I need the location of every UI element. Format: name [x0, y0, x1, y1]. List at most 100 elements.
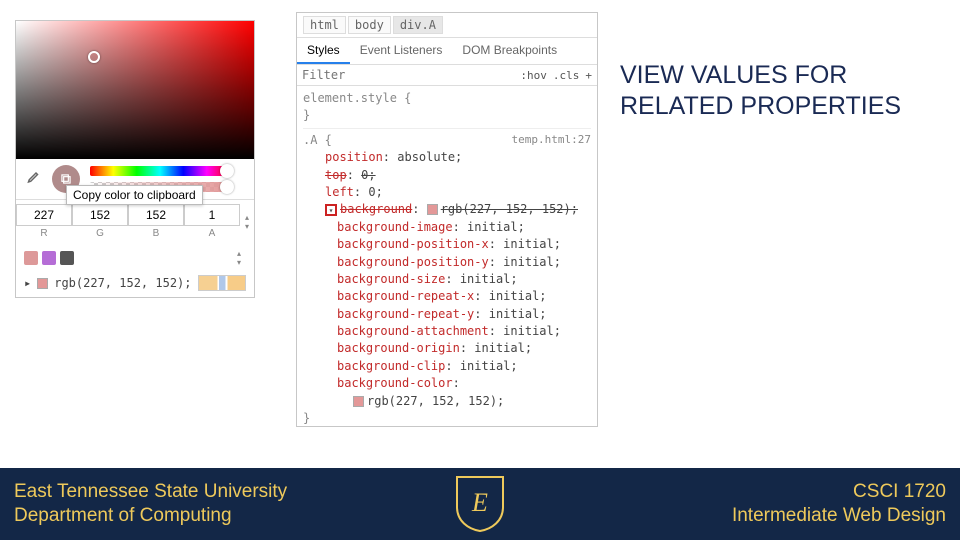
filter-row: :hov .cls +: [297, 65, 597, 86]
etsu-shield-logo: E: [455, 475, 505, 533]
css-declaration[interactable]: background-attachment: initial;: [303, 323, 591, 340]
css-value[interactable]: initial;: [474, 341, 532, 355]
css-declaration[interactable]: background-size: initial;: [303, 271, 591, 288]
rgb-output-text: rgb(227, 152, 152);: [54, 276, 191, 290]
css-declaration[interactable]: ▾background: rgb(227, 152, 152);: [303, 201, 591, 218]
tab-styles[interactable]: Styles: [297, 38, 350, 64]
css-declaration[interactable]: background-position-y: initial;: [303, 254, 591, 271]
footer-university: East Tennessee State University: [14, 480, 287, 504]
css-declaration[interactable]: background-color: rgb(227, 152, 152);: [303, 375, 591, 410]
css-value[interactable]: rgb(227, 152, 152);: [367, 394, 504, 408]
css-value[interactable]: 0;: [368, 185, 382, 199]
swatch-3[interactable]: [60, 251, 74, 265]
css-property[interactable]: background-image: [337, 220, 453, 234]
b-input[interactable]: [128, 204, 184, 226]
rule-element-style-close: }: [303, 107, 591, 124]
css-declaration[interactable]: background-position-x: initial;: [303, 236, 591, 253]
copy-tooltip: Copy color to clipboard: [66, 185, 203, 205]
g-label: G: [72, 228, 128, 239]
color-swatch-icon[interactable]: [427, 204, 438, 215]
css-property[interactable]: background-color: [337, 376, 453, 390]
expand-shorthand-icon[interactable]: ▾: [325, 204, 337, 216]
css-declaration[interactable]: top: 0;: [303, 167, 591, 184]
css-property[interactable]: background-repeat-y: [337, 307, 474, 321]
css-value[interactable]: initial;: [467, 220, 525, 234]
page-title: VIEW VALUES FOR RELATED PROPERTIES: [620, 60, 950, 123]
css-declaration[interactable]: background-repeat-y: initial;: [303, 306, 591, 323]
palette-swatches: ▴▾: [16, 243, 254, 273]
breadcrumb: html body div.A: [297, 13, 597, 38]
css-value[interactable]: initial;: [460, 272, 518, 286]
alpha-handle[interactable]: [220, 180, 234, 194]
rule-a-selector[interactable]: .A {: [303, 133, 332, 147]
r-input[interactable]: [16, 204, 72, 226]
swatch-1[interactable]: [24, 251, 38, 265]
css-property[interactable]: background-clip: [337, 359, 445, 373]
saturation-field[interactable]: [16, 21, 254, 159]
rgb-output-row: ▸ rgb(227, 152, 152);: [16, 273, 254, 297]
eyedropper-icon[interactable]: [24, 170, 42, 188]
css-value[interactable]: absolute;: [397, 150, 462, 164]
css-property[interactable]: background-position-x: [337, 237, 489, 251]
hue-slider[interactable]: [90, 166, 230, 176]
css-property[interactable]: background-repeat-x: [337, 289, 474, 303]
css-declaration[interactable]: background-image: initial;: [303, 219, 591, 236]
footer: East Tennessee State University Departme…: [0, 468, 960, 540]
css-property[interactable]: background-origin: [337, 341, 460, 355]
g-input[interactable]: [72, 204, 128, 226]
color-swatch-icon[interactable]: [353, 396, 364, 407]
palette-stepper[interactable]: ▴▾: [232, 249, 246, 267]
css-declaration[interactable]: background-clip: initial;: [303, 358, 591, 375]
devtools-tabs: Styles Event Listeners DOM Breakpoints: [297, 38, 597, 65]
footer-course-name: Intermediate Web Design: [732, 504, 946, 528]
tab-dom-breakpoints[interactable]: DOM Breakpoints: [452, 38, 567, 64]
devtools-panel: html body div.A Styles Event Listeners D…: [296, 12, 598, 427]
caret-icon: ▸: [24, 276, 31, 290]
css-declaration[interactable]: background-origin: initial;: [303, 340, 591, 357]
crumb-html[interactable]: html: [303, 16, 346, 34]
color-picker-panel: Copy color to clipboard R G B A ▴▾ ▴▾ ▸ …: [15, 20, 255, 298]
rule-element-style[interactable]: element.style {: [303, 90, 591, 107]
css-property[interactable]: position: [325, 150, 383, 164]
rules-pane[interactable]: element.style { } temp.html:27 .A { posi…: [297, 86, 597, 426]
saturation-cursor[interactable]: [88, 51, 100, 63]
format-stepper[interactable]: ▴▾: [240, 200, 254, 243]
css-value[interactable]: initial;: [503, 237, 561, 251]
rule-a-close: }: [303, 410, 591, 426]
cls-toggle[interactable]: .cls: [553, 69, 580, 82]
svg-text:E: E: [471, 488, 488, 517]
css-value[interactable]: 0;: [361, 168, 375, 182]
filter-input[interactable]: [302, 68, 514, 82]
css-property[interactable]: background-position-y: [337, 255, 489, 269]
a-label: A: [184, 228, 240, 239]
css-property[interactable]: left: [325, 185, 354, 199]
css-value[interactable]: initial;: [503, 324, 561, 338]
css-value[interactable]: initial;: [489, 289, 547, 303]
css-property[interactable]: background-attachment: [337, 324, 489, 338]
copy-icon: [59, 172, 73, 186]
css-property[interactable]: top: [325, 168, 347, 182]
add-rule-button[interactable]: +: [585, 69, 592, 82]
css-declaration[interactable]: left: 0;: [303, 184, 591, 201]
contrast-bars: [198, 275, 246, 291]
footer-department: Department of Computing: [14, 504, 287, 528]
css-value[interactable]: initial;: [489, 307, 547, 321]
css-declaration[interactable]: background-repeat-x: initial;: [303, 288, 591, 305]
rule-source-link[interactable]: temp.html:27: [512, 132, 591, 148]
rule-a[interactable]: temp.html:27 .A {: [303, 132, 591, 149]
css-value[interactable]: initial;: [503, 255, 561, 269]
rgba-inputs: R G B A ▴▾: [16, 199, 254, 243]
hov-toggle[interactable]: :hov: [520, 69, 547, 82]
css-property[interactable]: background: [340, 202, 412, 216]
swatch-2[interactable]: [42, 251, 56, 265]
crumb-body[interactable]: body: [348, 16, 391, 34]
b-label: B: [128, 228, 184, 239]
css-value[interactable]: rgb(227, 152, 152);: [441, 202, 578, 216]
crumb-div-a[interactable]: div.A: [393, 16, 443, 34]
hue-handle[interactable]: [220, 164, 234, 178]
css-property[interactable]: background-size: [337, 272, 445, 286]
a-input[interactable]: [184, 204, 240, 226]
css-declaration[interactable]: position: absolute;: [303, 149, 591, 166]
css-value[interactable]: initial;: [460, 359, 518, 373]
tab-event-listeners[interactable]: Event Listeners: [350, 38, 453, 64]
